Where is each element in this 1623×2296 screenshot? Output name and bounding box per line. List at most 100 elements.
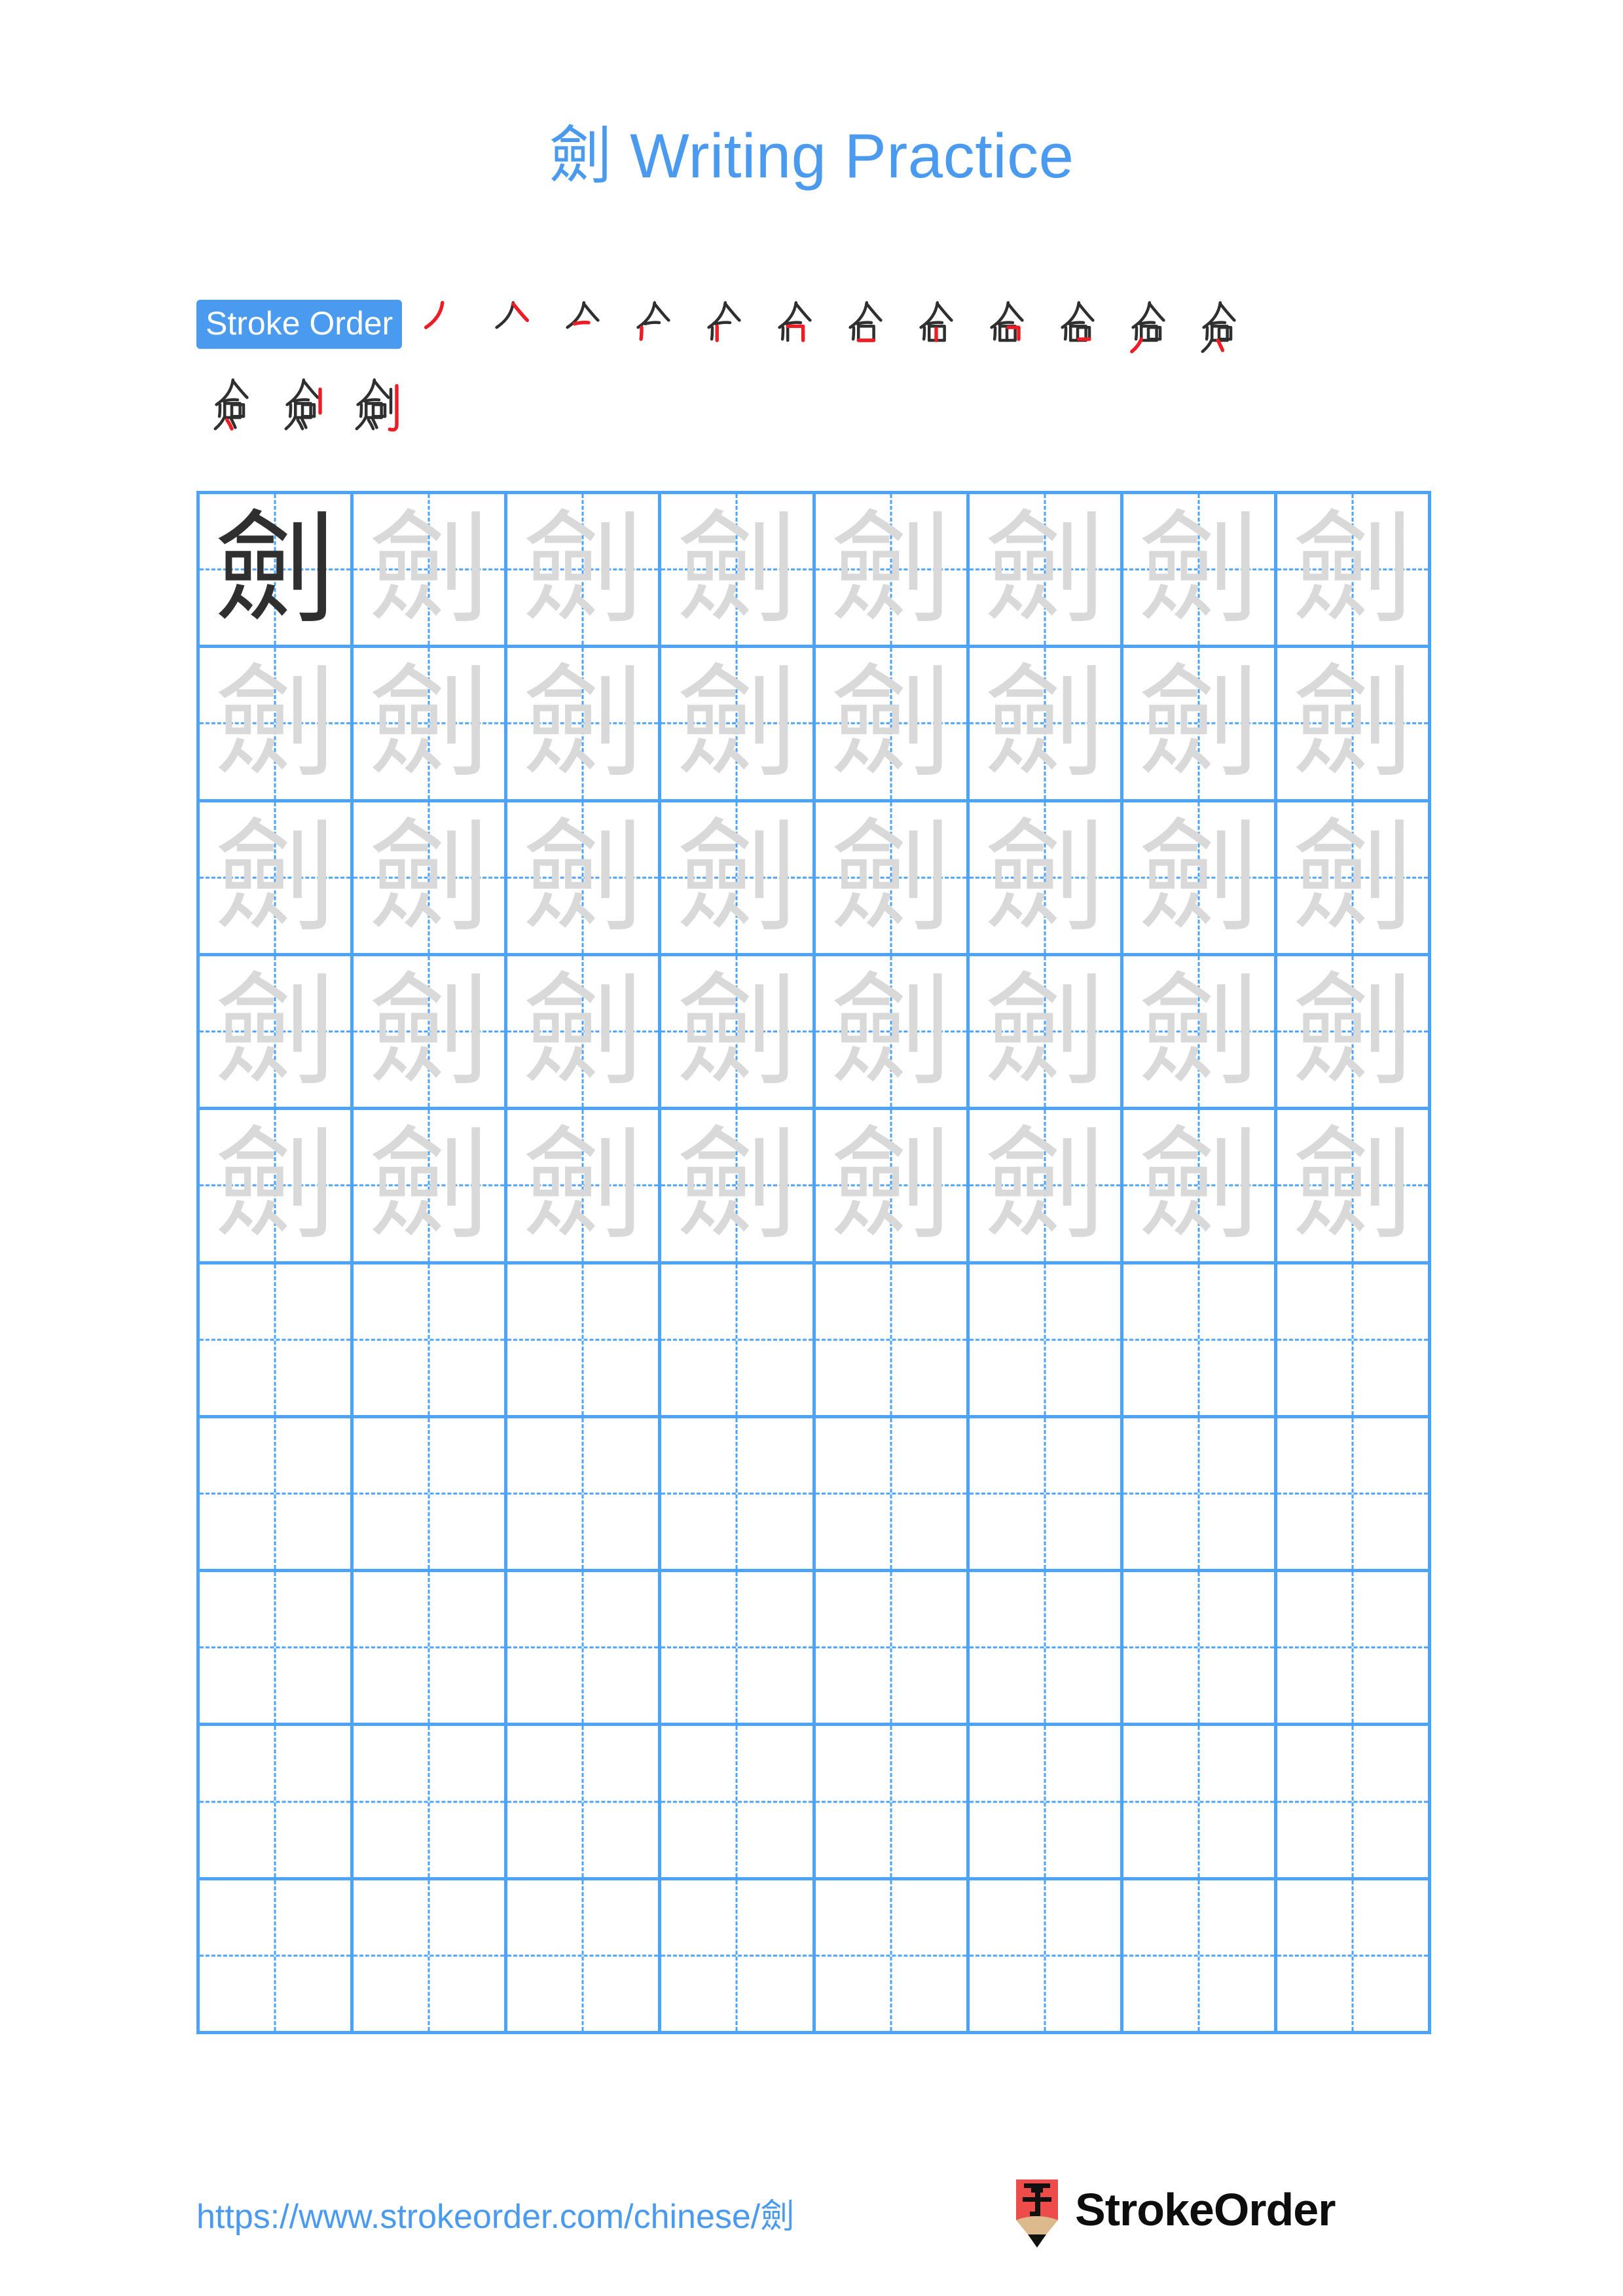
practice-cell-r2-c2[interactable]: 劍 xyxy=(354,648,508,802)
practice-cell-r3-c4[interactable]: 劍 xyxy=(661,802,816,956)
practice-cell-r5-c4[interactable]: 劍 xyxy=(661,1110,816,1265)
practice-cell-r3-c8[interactable]: 劍 xyxy=(1277,802,1431,956)
practice-cell-r4-c7[interactable]: 劍 xyxy=(1123,956,1277,1111)
practice-cell-r1-c4[interactable]: 劍 xyxy=(661,494,816,649)
practice-cell-r3-c3[interactable]: 劍 xyxy=(507,802,662,956)
practice-cell-r9-c5[interactable] xyxy=(815,1726,970,1880)
practice-cell-r6-c8[interactable] xyxy=(1277,1264,1431,1418)
practice-cell-r6-c6[interactable] xyxy=(969,1264,1123,1418)
practice-cell-r6-c7[interactable] xyxy=(1123,1264,1277,1418)
practice-cell-r9-c8[interactable] xyxy=(1277,1726,1431,1880)
practice-cell-r2-c5[interactable]: 劍 xyxy=(815,648,970,802)
trace-character: 劍 xyxy=(1137,806,1260,948)
trace-character: 劍 xyxy=(368,806,490,948)
trace-character: 劍 xyxy=(983,1114,1106,1257)
practice-cell-r7-c4[interactable] xyxy=(661,1418,816,1573)
practice-cell-r8-c8[interactable] xyxy=(1277,1572,1431,1727)
practice-cell-r7-c8[interactable] xyxy=(1277,1418,1431,1573)
trace-character: 劍 xyxy=(1137,1114,1260,1257)
stroke-order-section: Stroke Order xyxy=(196,293,1440,448)
practice-cell-r7-c5[interactable] xyxy=(815,1418,970,1573)
trace-character: 劍 xyxy=(983,960,1106,1103)
practice-cell-r3-c2[interactable]: 劍 xyxy=(354,802,508,956)
practice-cell-r9-c4[interactable] xyxy=(661,1726,816,1880)
practice-cell-r9-c2[interactable] xyxy=(354,1726,508,1880)
trace-character: 劍 xyxy=(1137,652,1260,795)
practice-cell-r8-c4[interactable] xyxy=(661,1572,816,1727)
practice-cell-r8-c5[interactable] xyxy=(815,1572,970,1727)
practice-cell-r6-c5[interactable] xyxy=(815,1264,970,1418)
practice-cell-r4-c8[interactable]: 劍 xyxy=(1277,956,1431,1111)
practice-cell-r1-c1[interactable]: 劍 xyxy=(200,494,354,649)
practice-cell-r7-c1[interactable] xyxy=(200,1418,354,1573)
practice-cell-r3-c5[interactable]: 劍 xyxy=(815,802,970,956)
practice-cell-r5-c2[interactable]: 劍 xyxy=(354,1110,508,1265)
practice-cell-r5-c7[interactable]: 劍 xyxy=(1123,1110,1277,1265)
trace-character: 劍 xyxy=(676,960,798,1103)
practice-cell-r1-c5[interactable]: 劍 xyxy=(815,494,970,649)
practice-cell-r2-c3[interactable]: 劍 xyxy=(507,648,662,802)
trace-character: 劍 xyxy=(214,1114,337,1257)
practice-cell-r2-c4[interactable]: 劍 xyxy=(661,648,816,802)
practice-cell-r2-c8[interactable]: 劍 xyxy=(1277,648,1431,802)
practice-cell-r4-c6[interactable]: 劍 xyxy=(969,956,1123,1111)
practice-cell-r6-c3[interactable] xyxy=(507,1264,662,1418)
stroke-order-step-2 xyxy=(477,293,547,364)
practice-cell-r6-c2[interactable] xyxy=(354,1264,508,1418)
practice-cell-r4-c3[interactable]: 劍 xyxy=(507,956,662,1111)
trace-character: 劍 xyxy=(983,806,1106,948)
stroke-order-step-10 xyxy=(1042,293,1113,364)
practice-cell-r4-c5[interactable]: 劍 xyxy=(815,956,970,1111)
trace-character: 劍 xyxy=(676,498,798,641)
practice-cell-r8-c3[interactable] xyxy=(507,1572,662,1727)
practice-cell-r10-c5[interactable] xyxy=(815,1880,970,2034)
practice-cell-r1-c3[interactable]: 劍 xyxy=(507,494,662,649)
practice-cell-r9-c3[interactable] xyxy=(507,1726,662,1880)
practice-cell-r1-c8[interactable]: 劍 xyxy=(1277,494,1431,649)
practice-cell-r1-c6[interactable]: 劍 xyxy=(969,494,1123,649)
practice-cell-r9-c7[interactable] xyxy=(1123,1726,1277,1880)
stroke-order-step-4 xyxy=(618,293,689,364)
practice-cell-r7-c7[interactable] xyxy=(1123,1418,1277,1573)
practice-cell-r9-c1[interactable] xyxy=(200,1726,354,1880)
practice-cell-r3-c6[interactable]: 劍 xyxy=(969,802,1123,956)
source-url-link[interactable]: https://www.strokeorder.com/chinese/劍 xyxy=(196,2189,794,2238)
practice-cell-r8-c7[interactable] xyxy=(1123,1572,1277,1727)
practice-cell-r10-c2[interactable] xyxy=(354,1880,508,2034)
practice-cell-r7-c3[interactable] xyxy=(507,1418,662,1573)
practice-cell-r1-c2[interactable]: 劍 xyxy=(354,494,508,649)
trace-character: 劍 xyxy=(830,498,952,641)
practice-cell-r3-c7[interactable]: 劍 xyxy=(1123,802,1277,956)
practice-cell-r10-c8[interactable] xyxy=(1277,1880,1431,2034)
practice-cell-r5-c6[interactable]: 劍 xyxy=(969,1110,1123,1265)
practice-cell-r7-c2[interactable] xyxy=(354,1418,508,1573)
practice-cell-r5-c8[interactable]: 劍 xyxy=(1277,1110,1431,1265)
practice-cell-r2-c6[interactable]: 劍 xyxy=(969,648,1123,802)
practice-cell-r4-c1[interactable]: 劍 xyxy=(200,956,354,1111)
practice-cell-r5-c3[interactable]: 劍 xyxy=(507,1110,662,1265)
stroke-order-row-1: Stroke Order xyxy=(196,293,1440,370)
practice-cell-r10-c7[interactable] xyxy=(1123,1880,1277,2034)
practice-cell-r10-c6[interactable] xyxy=(969,1880,1123,2034)
practice-cell-r10-c3[interactable] xyxy=(507,1880,662,2034)
practice-cell-r2-c7[interactable]: 劍 xyxy=(1123,648,1277,802)
practice-cell-r10-c4[interactable] xyxy=(661,1880,816,2034)
trace-character: 劍 xyxy=(676,806,798,948)
practice-cell-r4-c2[interactable]: 劍 xyxy=(354,956,508,1111)
practice-cell-r8-c6[interactable] xyxy=(969,1572,1123,1727)
practice-cell-r6-c1[interactable] xyxy=(200,1264,354,1418)
practice-cell-r1-c7[interactable]: 劍 xyxy=(1123,494,1277,649)
practice-cell-r8-c1[interactable] xyxy=(200,1572,354,1727)
practice-cell-r6-c4[interactable] xyxy=(661,1264,816,1418)
practice-cell-r8-c2[interactable] xyxy=(354,1572,508,1727)
practice-cell-r10-c1[interactable] xyxy=(200,1880,354,2034)
practice-cell-r3-c1[interactable]: 劍 xyxy=(200,802,354,956)
practice-cell-r4-c4[interactable]: 劍 xyxy=(661,956,816,1111)
trace-character: 劍 xyxy=(830,806,952,948)
practice-cell-r9-c6[interactable] xyxy=(969,1726,1123,1880)
practice-cell-r2-c1[interactable]: 劍 xyxy=(200,648,354,802)
practice-cell-r5-c5[interactable]: 劍 xyxy=(815,1110,970,1265)
trace-character: 劍 xyxy=(522,652,644,795)
practice-cell-r7-c6[interactable] xyxy=(969,1418,1123,1573)
practice-cell-r5-c1[interactable]: 劍 xyxy=(200,1110,354,1265)
